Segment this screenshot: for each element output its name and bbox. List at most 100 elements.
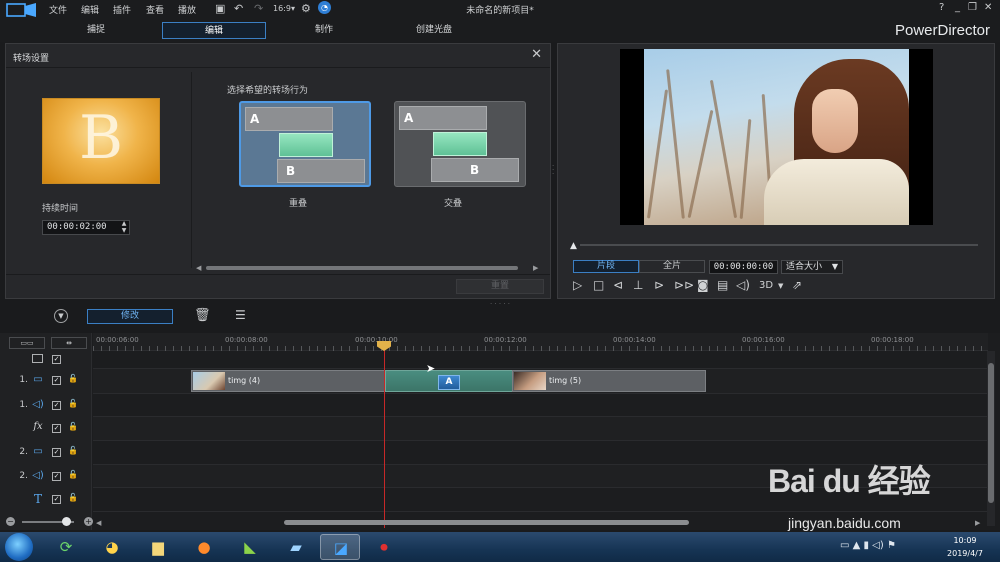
taskbar-app-firefox[interactable]: ●	[184, 534, 224, 560]
track-lane	[93, 351, 988, 369]
track-enable-checkbox[interactable]: ✓	[52, 495, 61, 504]
timeline-clip-2[interactable]: timg (5)	[512, 370, 706, 392]
scroll-left-icon[interactable]: ◀	[196, 264, 201, 272]
seek-handle-icon[interactable]: ▲	[570, 241, 577, 251]
transition-block	[279, 133, 333, 157]
taskbar-app-powerdirector[interactable]: ◪	[320, 534, 360, 560]
mode-movie-button[interactable]: 全片	[639, 260, 705, 273]
scrollbar-thumb[interactable]	[206, 266, 518, 270]
ruler-label: 00:00:14:00	[613, 336, 656, 344]
clock-date[interactable]: 2019/4/7	[935, 549, 995, 558]
collapse-panel-icon[interactable]: ▼	[54, 309, 68, 323]
three-d-dropdown-icon[interactable]: ▼	[778, 282, 783, 290]
zoom-slider-knob[interactable]	[62, 517, 71, 526]
split-icon[interactable]: ⊥	[633, 278, 643, 292]
time-ruler[interactable]: 00:00:06:00 00:00:08:00 00:00:10:00 00:0…	[93, 333, 988, 351]
lock-icon[interactable]: 🔓	[68, 493, 78, 502]
fast-forward-icon[interactable]: ⊳⊳	[674, 278, 694, 292]
behavior-option-crossfade[interactable]: A B	[394, 101, 526, 187]
track-manager-icon[interactable]: ▭▭	[9, 337, 45, 349]
track-lane-fx	[93, 417, 988, 441]
help-button[interactable]: ?	[939, 2, 944, 13]
trash-icon[interactable]: 🗑	[194, 308, 211, 323]
subtitle-icon[interactable]: ▤	[717, 278, 728, 292]
spin-up-icon[interactable]: ▲	[118, 220, 130, 227]
clock-time[interactable]: 10:09	[935, 536, 995, 545]
windows-taskbar: ⟳ ◕ ▆ ● ◣ ▰ ◪ ⏺ ▭ ▲ ▮ ◁) ⚑ 10:09 2019/4/…	[0, 532, 1000, 562]
taskbar-app-explorer[interactable]: ▆	[138, 534, 178, 560]
next-frame-icon[interactable]: ⊳	[654, 278, 664, 292]
tab-produce[interactable]: 制作	[284, 22, 364, 39]
lock-icon[interactable]: 🔓	[68, 470, 78, 479]
zoom-in-icon[interactable]: +	[84, 517, 93, 526]
restore-icon[interactable]: ❐	[968, 2, 977, 13]
horizontal-scrollbar[interactable]: ◀ ▶	[196, 264, 541, 272]
folder-icon: ▆	[152, 538, 164, 556]
track-enable-checkbox[interactable]: ✓	[52, 472, 61, 481]
lock-icon[interactable]: 🔓	[68, 399, 78, 408]
panel-title: 转场设置	[13, 54, 50, 64]
stop-icon[interactable]: □	[593, 278, 604, 292]
track-select-icon[interactable]	[32, 354, 43, 363]
behavior-option-overlap[interactable]: A B	[239, 101, 371, 187]
taskbar-app-recorder[interactable]: ⏺	[364, 534, 404, 560]
timeline-vertical-scrollbar[interactable]	[987, 351, 995, 526]
duration-field[interactable]: 00:00:02:00	[42, 220, 130, 235]
vertical-splitter[interactable]: · · ·	[552, 163, 554, 178]
track-row-select: ✓	[0, 351, 92, 369]
track-row-title: T ✓ 🔓	[0, 489, 92, 511]
system-tray-icons[interactable]: ▭ ▲ ▮ ◁) ⚑	[840, 540, 896, 551]
track-enable-checkbox[interactable]: ✓	[52, 401, 61, 410]
title-track-icon: T	[33, 492, 42, 506]
mode-clip-button[interactable]: 片段	[573, 260, 639, 273]
modify-button[interactable]: 修改	[87, 309, 173, 324]
duration-spinner[interactable]: ▲ ▼	[118, 220, 130, 235]
spin-down-icon[interactable]: ▼	[118, 227, 130, 234]
clip-b-letter: B	[470, 163, 480, 177]
transition-clip[interactable]: A	[385, 370, 513, 392]
zoom-out-icon[interactable]: −	[6, 517, 15, 526]
scroll-left-icon[interactable]: ◀	[96, 519, 101, 527]
edit-list-icon[interactable]: ☰	[235, 308, 246, 322]
taskbar-app-360[interactable]: ⟳	[46, 534, 86, 560]
close-icon[interactable]: ✕	[531, 47, 542, 62]
tab-create-disc[interactable]: 创建光盘	[392, 22, 476, 39]
scroll-right-icon[interactable]: ▶	[533, 264, 538, 272]
transition-a-icon[interactable]: A	[438, 375, 460, 390]
previous-frame-icon[interactable]: ⊲	[613, 278, 623, 292]
tab-capture[interactable]: 捕捉	[60, 22, 132, 39]
close-icon[interactable]: ✕	[984, 2, 992, 13]
firefox-icon: ●	[197, 538, 211, 556]
lock-icon[interactable]: 🔓	[68, 374, 78, 383]
zoom-fit-select[interactable]: 适合大小 ▼	[781, 260, 843, 274]
baidu-watermark-url: jingyan.baidu.com	[788, 515, 901, 531]
lock-icon[interactable]: 🔓	[68, 446, 78, 455]
scrollbar-thumb[interactable]	[284, 520, 689, 525]
start-button[interactable]	[5, 533, 33, 561]
option-label-crossfade: 交叠	[443, 199, 462, 209]
taskbar-app-media[interactable]: ◣	[230, 534, 270, 560]
undock-icon[interactable]: ⇗	[792, 278, 802, 292]
taskbar-app-qq[interactable]: ◕	[92, 534, 132, 560]
brand-title: PowerDirector	[894, 22, 990, 39]
seek-bar[interactable]	[580, 244, 978, 246]
scrollbar-thumb[interactable]	[988, 363, 994, 503]
track-enable-checkbox[interactable]: ✓	[52, 424, 61, 433]
three-d-button[interactable]: 3D	[759, 280, 773, 291]
track-enable-checkbox[interactable]: ✓	[52, 376, 61, 385]
lock-icon[interactable]: 🔓	[68, 422, 78, 431]
snapshot-camera-icon[interactable]: ◙	[697, 278, 709, 292]
checkbox-all[interactable]: ✓	[52, 355, 61, 364]
tab-edit[interactable]: 编辑	[162, 22, 266, 39]
timecode-field[interactable]: 00:00:00:00	[709, 260, 778, 274]
track-enable-checkbox[interactable]: ✓	[52, 448, 61, 457]
timeline-clip-1[interactable]: timg (4)	[191, 370, 386, 392]
fit-timeline-icon[interactable]: ⇹	[51, 337, 87, 349]
volume-icon[interactable]: ◁)	[736, 278, 750, 292]
taskbar-app-notes[interactable]: ▰	[276, 534, 316, 560]
reset-button[interactable]: 重置	[456, 279, 544, 294]
play-icon[interactable]: ▷	[573, 278, 582, 292]
scroll-right-icon[interactable]: ▶	[975, 519, 980, 527]
track-row-video-1: 1. ▭ ✓ 🔓	[0, 370, 92, 392]
minimize-icon[interactable]: _	[955, 2, 960, 13]
